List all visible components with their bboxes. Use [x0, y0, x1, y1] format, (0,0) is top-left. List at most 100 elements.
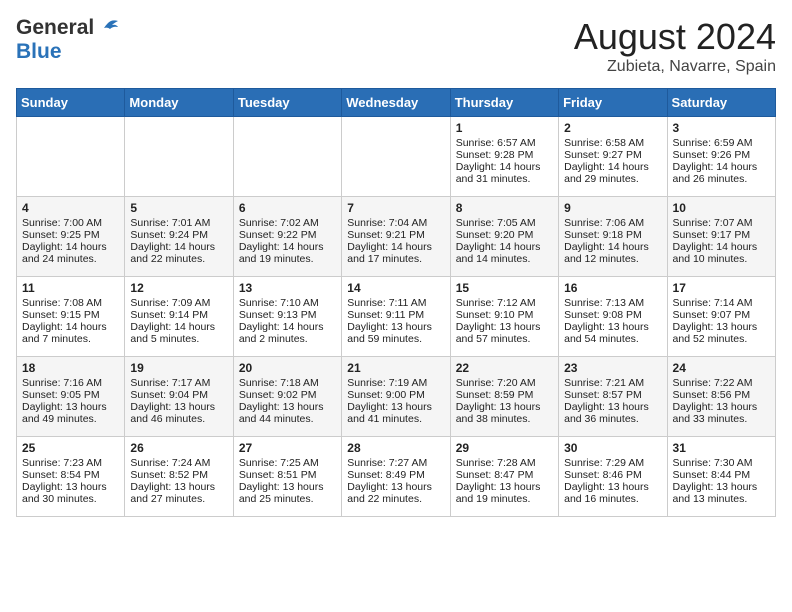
cell-content-line: and 33 minutes.: [673, 413, 770, 425]
cell-content-line: Daylight: 14 hours: [22, 241, 119, 253]
day-number: 20: [239, 361, 336, 375]
cell-content-line: Daylight: 14 hours: [130, 241, 227, 253]
logo-bird-icon: [96, 19, 120, 39]
cell-content-line: Sunrise: 7:04 AM: [347, 217, 444, 229]
cell-content-line: and 31 minutes.: [456, 173, 553, 185]
cell-content-line: Sunset: 9:00 PM: [347, 389, 444, 401]
cell-content-line: Sunrise: 6:58 AM: [564, 137, 661, 149]
cell-content-line: Sunset: 9:17 PM: [673, 229, 770, 241]
cell-content-line: and 46 minutes.: [130, 413, 227, 425]
day-number: 16: [564, 281, 661, 295]
calendar-cell: 5Sunrise: 7:01 AMSunset: 9:24 PMDaylight…: [125, 197, 233, 277]
cell-content-line: Sunset: 9:14 PM: [130, 309, 227, 321]
cell-content-line: and 41 minutes.: [347, 413, 444, 425]
cell-content-line: Daylight: 13 hours: [347, 401, 444, 413]
week-row-1: 1Sunrise: 6:57 AMSunset: 9:28 PMDaylight…: [17, 117, 776, 197]
calendar-cell: 18Sunrise: 7:16 AMSunset: 9:05 PMDayligh…: [17, 357, 125, 437]
cell-content-line: Sunrise: 6:59 AM: [673, 137, 770, 149]
cell-content-line: Sunrise: 7:30 AM: [673, 457, 770, 469]
day-number: 27: [239, 441, 336, 455]
cell-content-line: Daylight: 13 hours: [456, 321, 553, 333]
calendar-cell: 8Sunrise: 7:05 AMSunset: 9:20 PMDaylight…: [450, 197, 558, 277]
calendar-cell: [342, 117, 450, 197]
calendar-cell: 7Sunrise: 7:04 AMSunset: 9:21 PMDaylight…: [342, 197, 450, 277]
cell-content-line: Sunset: 8:52 PM: [130, 469, 227, 481]
cell-content-line: Sunrise: 7:13 AM: [564, 297, 661, 309]
day-number: 31: [673, 441, 770, 455]
title-area: August 2024 Zubieta, Navarre, Spain: [574, 16, 776, 76]
day-number: 11: [22, 281, 119, 295]
calendar-cell: 23Sunrise: 7:21 AMSunset: 8:57 PMDayligh…: [559, 357, 667, 437]
cell-content-line: and 24 minutes.: [22, 253, 119, 265]
calendar-cell: 22Sunrise: 7:20 AMSunset: 8:59 PMDayligh…: [450, 357, 558, 437]
cell-content-line: Sunset: 8:47 PM: [456, 469, 553, 481]
cell-content-line: Sunrise: 7:08 AM: [22, 297, 119, 309]
cell-content-line: Sunset: 9:25 PM: [22, 229, 119, 241]
cell-content-line: Daylight: 13 hours: [456, 401, 553, 413]
cell-content-line: Sunset: 8:51 PM: [239, 469, 336, 481]
day-number: 22: [456, 361, 553, 375]
location: Zubieta, Navarre, Spain: [574, 58, 776, 76]
cell-content-line: and 7 minutes.: [22, 333, 119, 345]
cell-content-line: Sunrise: 7:06 AM: [564, 217, 661, 229]
day-number: 8: [456, 201, 553, 215]
cell-content-line: Daylight: 14 hours: [22, 321, 119, 333]
cell-content-line: Daylight: 13 hours: [22, 481, 119, 493]
cell-content-line: Sunset: 9:18 PM: [564, 229, 661, 241]
day-number: 6: [239, 201, 336, 215]
day-number: 14: [347, 281, 444, 295]
cell-content-line: and 38 minutes.: [456, 413, 553, 425]
day-header-saturday: Saturday: [667, 89, 775, 117]
week-row-2: 4Sunrise: 7:00 AMSunset: 9:25 PMDaylight…: [17, 197, 776, 277]
day-number: 1: [456, 121, 553, 135]
logo-blue: Blue: [16, 40, 62, 63]
calendar-cell: 13Sunrise: 7:10 AMSunset: 9:13 PMDayligh…: [233, 277, 341, 357]
cell-content-line: and 54 minutes.: [564, 333, 661, 345]
cell-content-line: Sunrise: 7:00 AM: [22, 217, 119, 229]
calendar-cell: 21 Sunrise: 7:19 AMSunset: 9:00 PMDayligh…: [342, 357, 450, 437]
day-header-tuesday: Tuesday: [233, 89, 341, 117]
day-header-thursday: Thursday: [450, 89, 558, 117]
cell-content-line: and 5 minutes.: [130, 333, 227, 345]
cell-content-line: Daylight: 13 hours: [673, 401, 770, 413]
cell-content-line: Sunrise: 7:19 AM: [347, 377, 444, 389]
cell-content-line: Daylight: 13 hours: [456, 481, 553, 493]
cell-content-line: and 19 minutes.: [456, 493, 553, 505]
cell-content-line: Sunrise: 7:28 AM: [456, 457, 553, 469]
day-header-monday: Monday: [125, 89, 233, 117]
calendar-cell: 6Sunrise: 7:02 AMSunset: 9:22 PMDaylight…: [233, 197, 341, 277]
day-number: 9: [564, 201, 661, 215]
month-title: August 2024: [574, 16, 776, 58]
cell-content-line: Sunset: 9:20 PM: [456, 229, 553, 241]
cell-content-line: and 26 minutes.: [673, 173, 770, 185]
cell-content-line: Sunset: 9:27 PM: [564, 149, 661, 161]
cell-content-line: Sunrise: 7:16 AM: [22, 377, 119, 389]
calendar-cell: 1Sunrise: 6:57 AMSunset: 9:28 PMDaylight…: [450, 117, 558, 197]
week-row-5: 25Sunrise: 7:23 AMSunset: 8:54 PMDayligh…: [17, 437, 776, 517]
cell-content-line: Daylight: 14 hours: [130, 321, 227, 333]
calendar-cell: 12Sunrise: 7:09 AMSunset: 9:14 PMDayligh…: [125, 277, 233, 357]
calendar-cell: 29Sunrise: 7:28 AMSunset: 8:47 PMDayligh…: [450, 437, 558, 517]
cell-content-line: Sunset: 9:02 PM: [239, 389, 336, 401]
calendar-table: SundayMondayTuesdayWednesdayThursdayFrid…: [16, 88, 776, 517]
calendar-cell: [17, 117, 125, 197]
cell-content-line: and 22 minutes.: [347, 493, 444, 505]
day-number: 12: [130, 281, 227, 295]
calendar-cell: 16Sunrise: 7:13 AMSunset: 9:08 PMDayligh…: [559, 277, 667, 357]
cell-content-line: Sunrise: 7:23 AM: [22, 457, 119, 469]
day-number: 28: [347, 441, 444, 455]
cell-content-line: Sunset: 8:54 PM: [22, 469, 119, 481]
cell-content-line: Sunset: 8:49 PM: [347, 469, 444, 481]
cell-content-line: Sunset: 9:22 PM: [239, 229, 336, 241]
cell-content-line: Daylight: 13 hours: [130, 481, 227, 493]
calendar-cell: [233, 117, 341, 197]
cell-content-line: and 29 minutes.: [564, 173, 661, 185]
cell-content-line: and 52 minutes.: [673, 333, 770, 345]
day-number: 21: [347, 361, 444, 375]
cell-content-line: Daylight: 13 hours: [347, 481, 444, 493]
day-number: 23: [564, 361, 661, 375]
calendar-cell: 4Sunrise: 7:00 AMSunset: 9:25 PMDaylight…: [17, 197, 125, 277]
calendar-cell: 9Sunrise: 7:06 AMSunset: 9:18 PMDaylight…: [559, 197, 667, 277]
cell-content-line: Daylight: 14 hours: [564, 161, 661, 173]
day-number: 26: [130, 441, 227, 455]
